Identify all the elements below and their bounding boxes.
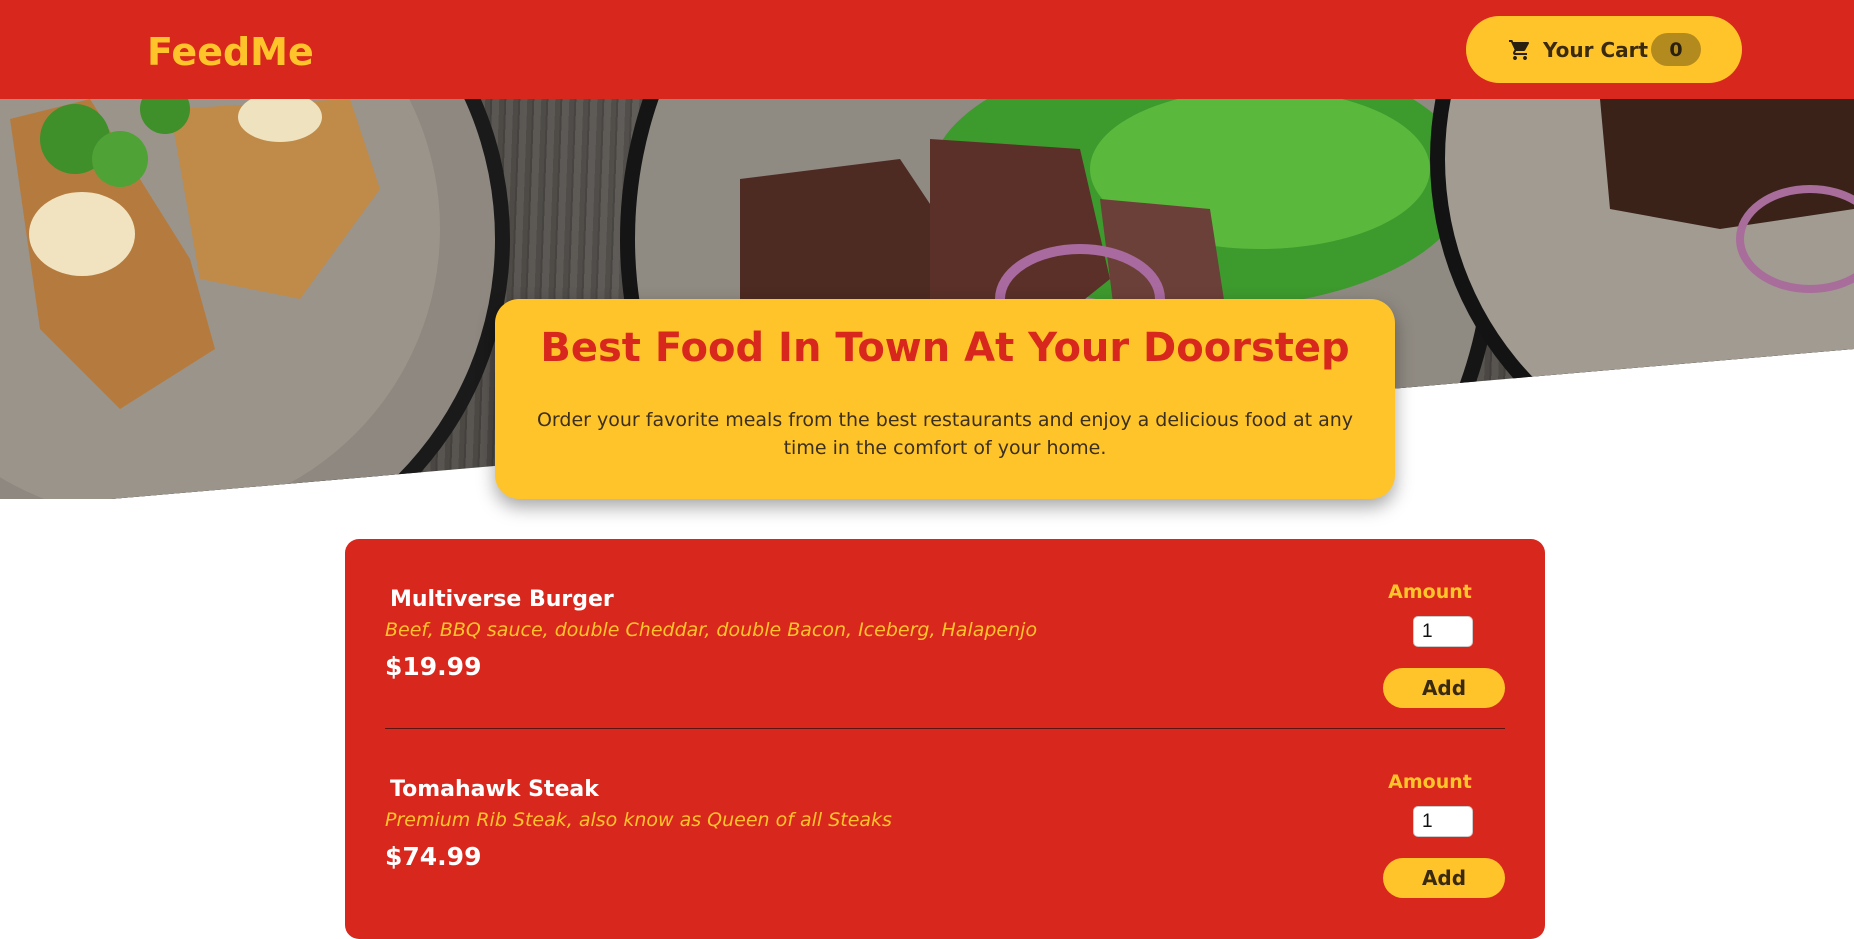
app-header: FeedMe Your Cart 0 [0, 0, 1854, 99]
dessert-piece [1600, 99, 1854, 229]
meal-price: $74.99 [385, 842, 482, 871]
add-to-cart-button[interactable]: Add [1383, 858, 1505, 898]
meals-list: Multiverse Burger Beef, BBQ sauce, doubl… [345, 539, 1545, 939]
add-to-cart-button[interactable]: Add [1383, 668, 1505, 708]
amount-input[interactable] [1413, 806, 1473, 837]
amount-label: Amount [1388, 581, 1472, 603]
hero-summary-card: Best Food In Town At Your Doorstep Order… [495, 299, 1395, 499]
meal-name: Multiverse Burger [390, 587, 614, 612]
meal-item: Tomahawk Steak Premium Rib Steak, also k… [385, 729, 1505, 919]
amount-input[interactable] [1413, 616, 1473, 647]
amount-label: Amount [1388, 771, 1472, 793]
shopping-cart-icon [1509, 40, 1530, 60]
cart-count-badge: 0 [1651, 33, 1701, 66]
mayo-dollop [29, 192, 135, 276]
hero-title: Best Food In Town At Your Doorstep [540, 325, 1350, 371]
cart-button[interactable]: Your Cart 0 [1466, 16, 1742, 83]
meal-item: Multiverse Burger Beef, BBQ sauce, doubl… [385, 539, 1505, 729]
parsley-leaf [92, 131, 148, 187]
meal-description: Beef, BBQ sauce, double Cheddar, double … [385, 619, 1038, 641]
meal-price: $19.99 [385, 652, 482, 681]
app-logo[interactable]: FeedMe [147, 30, 314, 74]
hero-description: Order your favorite meals from the best … [536, 409, 1354, 459]
meal-description: Premium Rib Steak, also know as Queen of… [385, 809, 892, 831]
cart-label: Your Cart [1543, 38, 1649, 62]
meal-name: Tomahawk Steak [390, 777, 599, 802]
